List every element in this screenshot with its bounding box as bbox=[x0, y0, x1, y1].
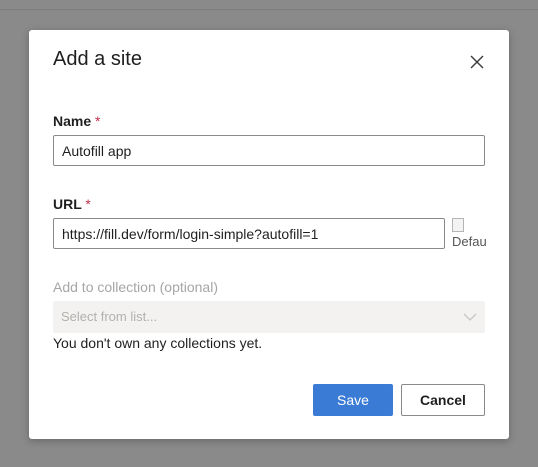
collection-select[interactable]: Select from list... bbox=[53, 301, 485, 333]
close-icon bbox=[470, 55, 484, 69]
url-label: URL * bbox=[53, 196, 91, 212]
background-divider bbox=[0, 9, 538, 10]
dialog-title: Add a site bbox=[53, 48, 142, 70]
chevron-down-icon bbox=[463, 313, 477, 321]
url-label-text: URL bbox=[53, 196, 82, 212]
name-label-text: Name bbox=[53, 113, 92, 129]
url-required-mark: * bbox=[85, 196, 91, 212]
cancel-button[interactable]: Cancel bbox=[401, 384, 485, 416]
name-required-mark: * bbox=[95, 113, 101, 129]
no-collections-note: You don't own any collections yet. bbox=[53, 335, 263, 351]
broken-image-icon bbox=[452, 218, 464, 232]
save-button[interactable]: Save bbox=[313, 384, 393, 416]
collection-label: Add to collection (optional) bbox=[53, 279, 218, 295]
site-favicon: Default bbox=[452, 218, 486, 252]
url-input[interactable] bbox=[53, 218, 445, 249]
name-input[interactable] bbox=[53, 135, 485, 166]
close-button[interactable] bbox=[467, 52, 487, 72]
collection-placeholder: Select from list... bbox=[61, 309, 158, 324]
name-label: Name * bbox=[53, 113, 100, 129]
favicon-alt-text: Default bbox=[452, 234, 486, 249]
add-site-dialog: Add a site Name * URL * Default Add to c… bbox=[29, 30, 509, 439]
